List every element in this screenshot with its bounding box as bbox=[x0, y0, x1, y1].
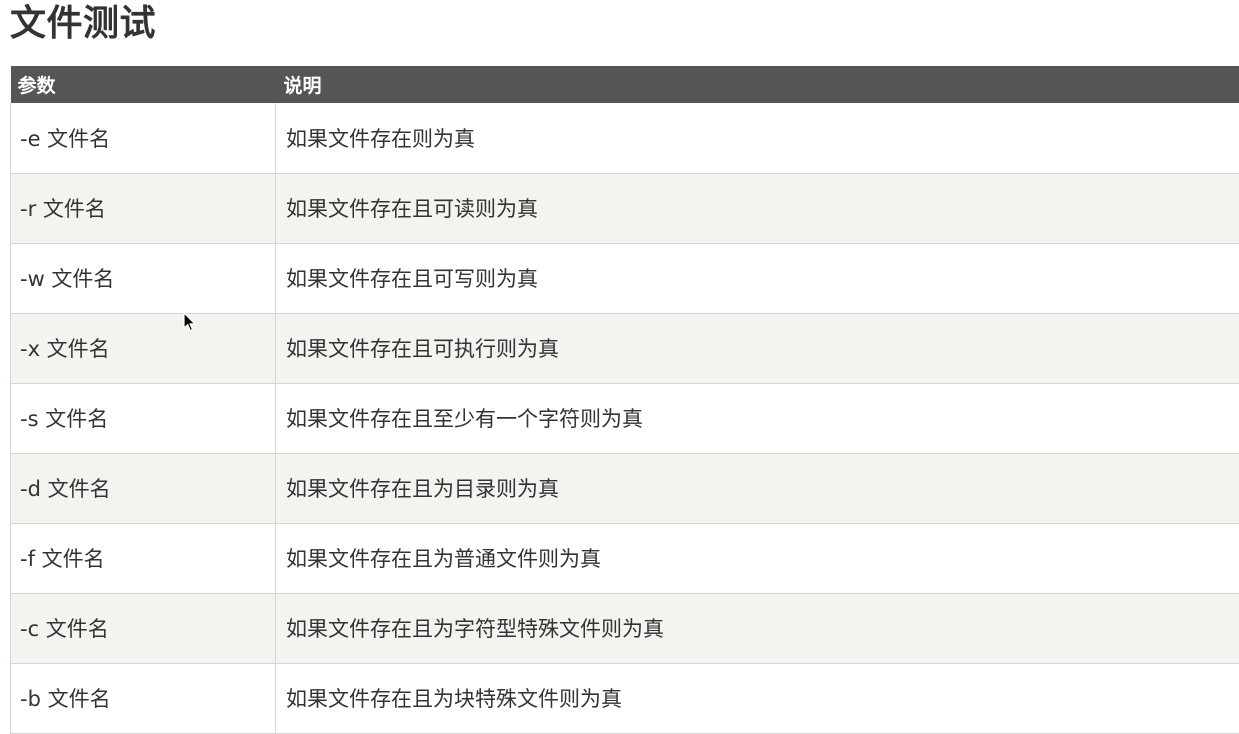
param-cell: -r 文件名 bbox=[11, 173, 276, 243]
table-header-row: 参数 说明 bbox=[11, 66, 1239, 103]
table-row: -e 文件名 如果文件存在则为真 bbox=[11, 103, 1239, 173]
param-cell: -e 文件名 bbox=[11, 103, 276, 173]
table-row: -b 文件名 如果文件存在且为块特殊文件则为真 bbox=[11, 663, 1239, 733]
header-param: 参数 bbox=[11, 66, 276, 103]
description-cell: 如果文件存在且可执行则为真 bbox=[276, 313, 1239, 383]
table-row: -d 文件名 如果文件存在且为目录则为真 bbox=[11, 453, 1239, 523]
param-cell: -f 文件名 bbox=[11, 523, 276, 593]
mouse-pointer-icon bbox=[183, 312, 197, 332]
table-row: -r 文件名 如果文件存在且可读则为真 bbox=[11, 173, 1239, 243]
description-cell: 如果文件存在且为块特殊文件则为真 bbox=[276, 663, 1239, 733]
param-cell: -c 文件名 bbox=[11, 593, 276, 663]
page-title: 文件测试 bbox=[10, 2, 156, 46]
description-cell: 如果文件存在则为真 bbox=[276, 103, 1239, 173]
file-test-table: 参数 说明 -e 文件名 如果文件存在则为真 -r 文件名 如果文件存在且可读则… bbox=[10, 66, 1239, 734]
table-row: -c 文件名 如果文件存在且为字符型特殊文件则为真 bbox=[11, 593, 1239, 663]
description-cell: 如果文件存在且可写则为真 bbox=[276, 243, 1239, 313]
header-description: 说明 bbox=[276, 66, 1239, 103]
param-cell: -b 文件名 bbox=[11, 663, 276, 733]
description-cell: 如果文件存在且为普通文件则为真 bbox=[276, 523, 1239, 593]
param-cell: -s 文件名 bbox=[11, 383, 276, 453]
description-cell: 如果文件存在且为字符型特殊文件则为真 bbox=[276, 593, 1239, 663]
param-cell: -x 文件名 bbox=[11, 313, 276, 383]
table-row: -s 文件名 如果文件存在且至少有一个字符则为真 bbox=[11, 383, 1239, 453]
param-cell: -w 文件名 bbox=[11, 243, 276, 313]
table-row: -w 文件名 如果文件存在且可写则为真 bbox=[11, 243, 1239, 313]
description-cell: 如果文件存在且可读则为真 bbox=[276, 173, 1239, 243]
param-cell: -d 文件名 bbox=[11, 453, 276, 523]
description-cell: 如果文件存在且为目录则为真 bbox=[276, 453, 1239, 523]
description-cell: 如果文件存在且至少有一个字符则为真 bbox=[276, 383, 1239, 453]
table-row: -f 文件名 如果文件存在且为普通文件则为真 bbox=[11, 523, 1239, 593]
